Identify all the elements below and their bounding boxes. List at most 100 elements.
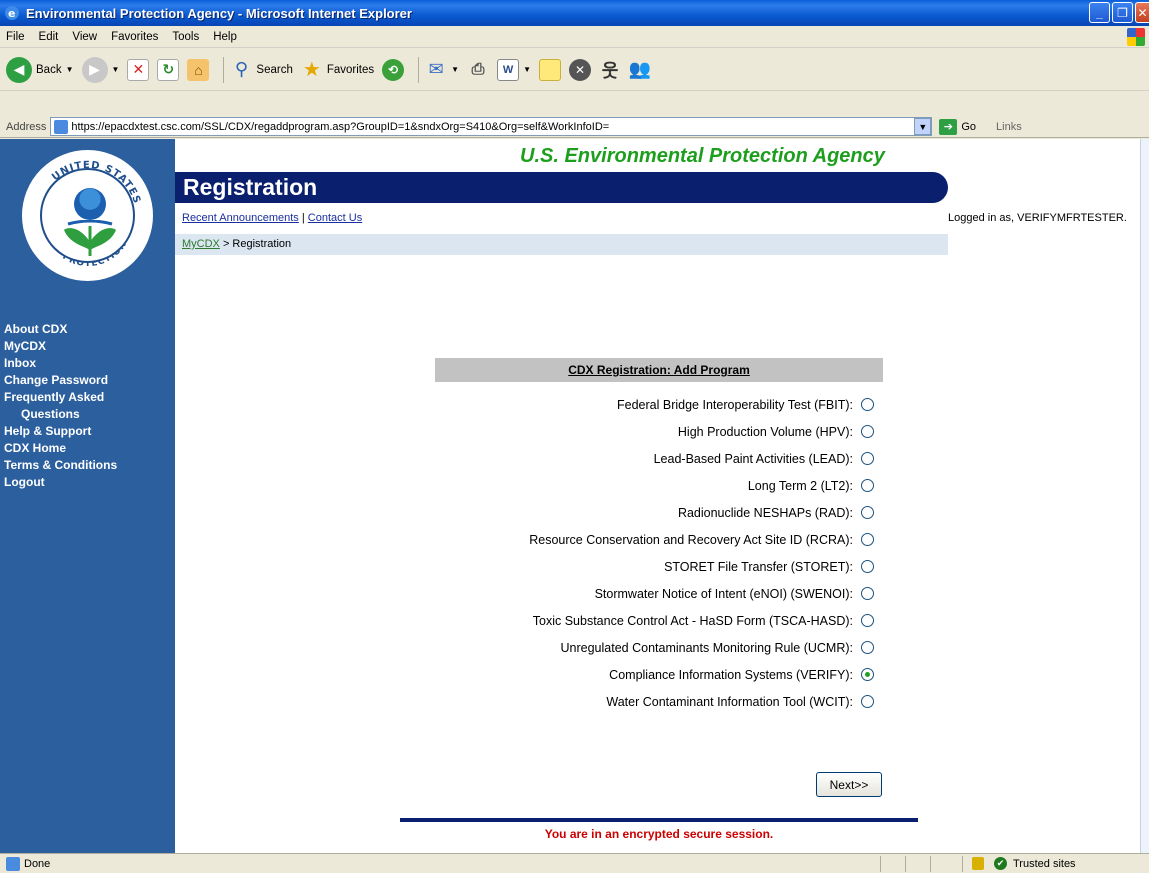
favorites-button[interactable]: ★ Favorites [301, 59, 374, 81]
lock-icon [972, 857, 984, 870]
history-icon: ⟲ [382, 58, 405, 81]
security-zone[interactable]: ✔ Trusted sites [994, 857, 1076, 870]
program-radio-verify[interactable] [861, 668, 874, 681]
menu-file[interactable]: File [6, 31, 25, 43]
mail-button[interactable]: ✉ ▼ [425, 59, 459, 81]
program-radio-lead[interactable] [861, 452, 874, 465]
search-icon: ⚲ [234, 59, 249, 79]
breadcrumb: MyCDX > Registration [175, 234, 948, 255]
menu-view[interactable]: View [72, 31, 97, 43]
search-label: Search [256, 63, 293, 76]
contact-us-link[interactable]: Contact Us [308, 212, 362, 224]
page-icon [54, 119, 69, 134]
next-button[interactable]: Next>> [816, 772, 882, 797]
sidebar: UNITED STATES PROTECTION About CDX MyCDX… [0, 139, 175, 853]
edit-button[interactable]: W ▼ [497, 58, 531, 81]
program-label: Long Term 2 (LT2): [747, 478, 853, 493]
program-radio-tsca-hasd[interactable] [861, 614, 874, 627]
back-dropdown-icon[interactable]: ▼ [66, 65, 74, 74]
home-button[interactable]: ⌂ [187, 58, 210, 81]
program-row: Unregulated Contaminants Monitoring Rule… [435, 634, 883, 661]
refresh-icon: ↻ [157, 58, 180, 81]
program-row: Compliance Information Systems (VERIFY): [435, 661, 883, 688]
go-label: Go [961, 120, 977, 133]
program-label: Radionuclide NESHAPs (RAD): [677, 505, 853, 520]
favorites-star-icon: ★ [302, 59, 321, 81]
menu-edit[interactable]: Edit [39, 31, 59, 43]
go-button[interactable]: ➔ Go [939, 118, 977, 135]
program-radio-storet[interactable] [861, 560, 874, 573]
nav-mycdx[interactable]: MyCDX [4, 338, 117, 355]
program-radio-fbit[interactable] [861, 398, 874, 411]
recent-announcements-link[interactable]: Recent Announcements [182, 212, 299, 224]
messenger-button[interactable]: 웃 [599, 59, 621, 81]
window-title-bar: e Environmental Protection Agency - Micr… [0, 0, 1149, 26]
stop-icon: ✕ [127, 58, 150, 81]
program-radio-rcra[interactable] [861, 533, 874, 546]
program-label: Compliance Information Systems (VERIFY): [609, 667, 853, 682]
page-done-icon [6, 856, 20, 871]
toolbar-separator [223, 56, 225, 83]
breadcrumb-mycdx-link[interactable]: MyCDX [182, 238, 220, 250]
program-row: Stormwater Notice of Intent (eNOI) (SWEN… [435, 580, 883, 607]
globe-icon [74, 188, 106, 220]
menu-tools[interactable]: Tools [172, 31, 199, 43]
stop-button[interactable]: ✕ [127, 58, 150, 81]
program-radio-rad[interactable] [861, 506, 874, 519]
svg-text:e: e [8, 7, 15, 20]
program-radio-wcit[interactable] [861, 695, 874, 708]
discuss-button[interactable] [539, 58, 561, 81]
nav-faq[interactable]: Frequently Asked [4, 389, 117, 406]
restore-button[interactable]: ❐ [1112, 2, 1133, 23]
status-text: Done [24, 857, 51, 870]
status-divider [930, 856, 931, 872]
link-separator: | [301, 212, 305, 224]
nav-cdx-home[interactable]: CDX Home [4, 440, 117, 457]
program-radio-swenoi[interactable] [861, 587, 874, 600]
address-dropdown-icon[interactable]: ▼ [914, 118, 932, 135]
back-button[interactable]: ◀ Back ▼ [6, 56, 74, 83]
secure-session-notice: You are in an encrypted secure session. [544, 827, 774, 841]
program-row: Resource Conservation and Recovery Act S… [435, 526, 883, 553]
links-toolbar[interactable]: Links [996, 121, 1022, 133]
program-label: High Production Volume (HPV): [677, 424, 853, 439]
print-button[interactable]: ⎙ [467, 59, 489, 81]
internet-explorer-icon: e [5, 6, 19, 20]
status-bar: Done ✔ Trusted sites [0, 853, 1149, 873]
forward-dropdown-icon[interactable]: ▼ [112, 65, 120, 74]
research-button[interactable]: ✕ [569, 58, 591, 81]
close-button[interactable]: ✕ [1135, 2, 1149, 23]
user-icon: 웃 [601, 60, 619, 81]
program-radio-hpv[interactable] [861, 425, 874, 438]
edit-dropdown-icon[interactable]: ▼ [523, 65, 531, 74]
program-radio-lt2[interactable] [861, 479, 874, 492]
nav-inbox[interactable]: Inbox [4, 355, 117, 372]
menu-favorites[interactable]: Favorites [111, 31, 158, 43]
address-input[interactable]: https://epacdxtest.csc.com/SSL/CDX/regad… [50, 117, 933, 136]
menu-help[interactable]: Help [213, 31, 237, 43]
side-navigation: About CDX MyCDX Inbox Change Password Fr… [4, 321, 117, 491]
vertical-scrollbar[interactable] [1140, 139, 1149, 853]
contacts-button[interactable]: 👥 [629, 59, 651, 81]
nav-change-password[interactable]: Change Password [4, 372, 117, 389]
nav-about-cdx[interactable]: About CDX [4, 321, 117, 338]
forward-button[interactable]: ▶ ▼ [81, 56, 120, 83]
program-row: Federal Bridge Interoperability Test (FB… [435, 391, 883, 418]
note-icon [539, 58, 561, 81]
plant-icon [64, 220, 116, 256]
seal-emblem [40, 168, 135, 263]
nav-faq-continued[interactable]: Questions [4, 406, 117, 423]
program-label: Lead-Based Paint Activities (LEAD): [653, 451, 853, 466]
mail-dropdown-icon[interactable]: ▼ [451, 65, 459, 74]
refresh-button[interactable]: ↻ [157, 58, 180, 81]
nav-terms-conditions[interactable]: Terms & Conditions [4, 457, 117, 474]
search-button[interactable]: ⚲ Search [230, 59, 293, 81]
nav-logout[interactable]: Logout [4, 474, 117, 491]
minimize-button[interactable]: _ [1089, 2, 1110, 23]
history-button[interactable]: ⟲ [382, 58, 405, 81]
page-content: UNITED STATES PROTECTION About CDX MyCDX… [0, 139, 1140, 853]
agency-title: U.S. Environmental Protection Agency [520, 145, 885, 167]
nav-help-support[interactable]: Help & Support [4, 423, 117, 440]
back-arrow-icon: ◀ [6, 56, 32, 83]
program-radio-ucmr[interactable] [861, 641, 874, 654]
